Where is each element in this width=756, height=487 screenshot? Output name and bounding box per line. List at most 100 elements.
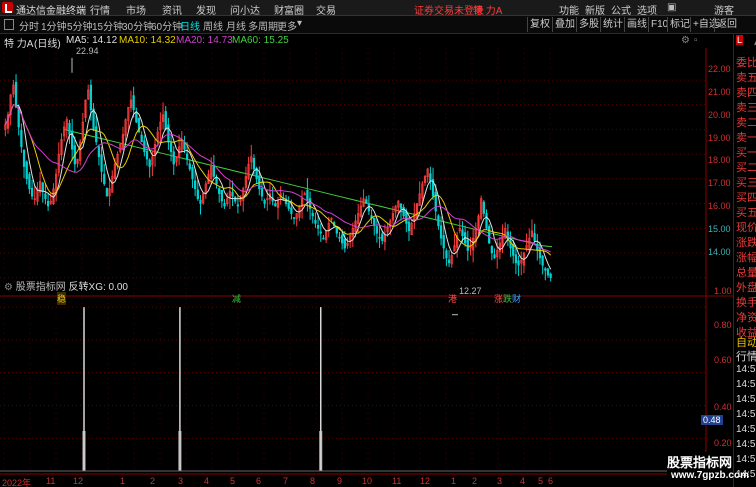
time-tick: 5 bbox=[538, 476, 544, 486]
sub-tick: 0.40 bbox=[714, 402, 732, 412]
candle-body bbox=[447, 259, 451, 264]
tick-time: 14:5 bbox=[736, 454, 756, 465]
tab-30min[interactable]: 30分钟 bbox=[122, 18, 153, 33]
time-tick: 2 bbox=[150, 476, 156, 486]
candle-body bbox=[199, 199, 202, 204]
user-icon[interactable]: ▣ bbox=[667, 2, 676, 13]
tick-time: 14:5 bbox=[736, 409, 756, 420]
candle-body bbox=[28, 174, 31, 190]
menu-news[interactable]: 资讯 bbox=[162, 2, 182, 17]
tab-more[interactable]: 更多 bbox=[277, 18, 297, 33]
quote-field: 涨幅 bbox=[736, 252, 756, 264]
kline-chart[interactable] bbox=[0, 34, 733, 487]
indicator-chart bbox=[0, 307, 706, 472]
app-title: 通达信金融终端 bbox=[16, 6, 86, 17]
candle-body bbox=[97, 146, 101, 157]
menu-wealth[interactable]: 财富圈 bbox=[274, 2, 304, 17]
candle-body bbox=[544, 268, 547, 271]
tab-1min[interactable]: 1分钟 bbox=[41, 18, 67, 33]
tab-weekly[interactable]: 周线 bbox=[203, 18, 223, 33]
candle-body bbox=[188, 163, 191, 170]
tab-multi-period[interactable]: 多周期 bbox=[248, 18, 278, 33]
event-marker[interactable]: 港 bbox=[448, 292, 457, 305]
menu-new-version[interactable]: 新版 bbox=[585, 2, 605, 17]
event-marker[interactable]: 稳 bbox=[57, 292, 67, 305]
user-label[interactable]: 游客 bbox=[714, 2, 734, 17]
candle-body bbox=[191, 167, 194, 180]
menu-options[interactable]: 选项 bbox=[637, 2, 657, 17]
time-tick: 11 bbox=[46, 476, 56, 486]
menu-trade[interactable]: 交易 bbox=[316, 2, 336, 17]
indicator-settings-icon[interactable]: ⚙ bbox=[4, 282, 13, 293]
time-tick: 3 bbox=[497, 476, 503, 486]
candle-body bbox=[41, 182, 44, 192]
quote-field: 总量 bbox=[736, 267, 756, 279]
sub-tick: 1.00 bbox=[714, 286, 732, 296]
tab-intraday[interactable]: 分时 bbox=[19, 18, 39, 33]
menu-function[interactable]: 功能 bbox=[559, 2, 579, 17]
tool-back[interactable]: 返回 bbox=[714, 17, 739, 32]
candle-body bbox=[263, 199, 266, 204]
tool-mark[interactable]: 标记 bbox=[667, 17, 692, 32]
tab-60min[interactable]: 60分钟 bbox=[151, 18, 182, 33]
candle-body bbox=[185, 153, 189, 160]
time-tick: 11 bbox=[392, 476, 402, 486]
menu-ask[interactable]: 问小达 bbox=[230, 2, 260, 17]
maximize-icon[interactable]: ▫ bbox=[694, 35, 698, 46]
candle-body bbox=[341, 234, 344, 244]
candle-body bbox=[482, 201, 485, 214]
sub-tick: 0.80 bbox=[714, 320, 732, 330]
candle-body bbox=[223, 202, 226, 207]
candle-body bbox=[335, 227, 338, 234]
candle-body bbox=[44, 193, 47, 199]
tab-monthly[interactable]: 月线 bbox=[226, 18, 246, 33]
candle-body bbox=[493, 254, 496, 259]
event-marker[interactable]: 财 bbox=[512, 292, 521, 305]
chart-grid bbox=[0, 48, 733, 475]
menu-formula[interactable]: 公式 bbox=[611, 2, 631, 17]
time-tick: 1 bbox=[120, 476, 126, 486]
time-tick: 7 bbox=[283, 476, 289, 486]
candle-body bbox=[193, 180, 197, 190]
tab-15min[interactable]: 15分钟 bbox=[92, 18, 123, 33]
panel-toggle-icon[interactable] bbox=[4, 19, 14, 30]
quote-field: 现价 bbox=[736, 222, 756, 234]
tool-draw[interactable]: 画线 bbox=[624, 17, 649, 32]
tool-adjust[interactable]: 复权 bbox=[527, 17, 552, 32]
event-marker[interactable]: 涨 bbox=[494, 292, 503, 305]
time-tick: 12 bbox=[73, 476, 84, 486]
candle-body bbox=[30, 187, 34, 197]
menu-market[interactable]: 市场 bbox=[126, 2, 146, 17]
candle-body bbox=[25, 161, 28, 180]
tool-overlay[interactable]: 叠加 bbox=[552, 17, 577, 32]
price-tick: 14.00 bbox=[708, 247, 731, 257]
panel-header[interactable]: L bbox=[736, 35, 744, 45]
tick-time: 14:5 bbox=[736, 364, 756, 375]
candle-body bbox=[274, 203, 277, 207]
settings-icon[interactable]: ⚙ bbox=[681, 35, 690, 46]
tool-multi-stock[interactable]: 多股 bbox=[576, 17, 601, 32]
ma20-value: MA20: 14.73 bbox=[176, 35, 233, 46]
candle-body bbox=[292, 217, 296, 219]
candle-body bbox=[536, 244, 539, 251]
high-price-label: 22.94 bbox=[76, 46, 99, 56]
tab-daily[interactable]: 日线 bbox=[180, 18, 200, 33]
candle-body bbox=[319, 231, 322, 234]
candle-body bbox=[399, 203, 403, 209]
candle-body bbox=[135, 111, 138, 123]
price-tick: 20.00 bbox=[708, 110, 731, 120]
menu-discover[interactable]: 发现 bbox=[196, 2, 216, 17]
candle-body bbox=[260, 188, 264, 197]
more-chevron-icon[interactable]: ▾ bbox=[297, 18, 302, 29]
candle-body bbox=[172, 151, 175, 165]
event-marker[interactable]: 跌 bbox=[503, 292, 512, 305]
title-bar: 通达信金融终端 行情 市场 资讯 发现 问小达 财富圈 交易 证券交易未登录 特… bbox=[0, 0, 756, 17]
tab-5min[interactable]: 5分钟 bbox=[67, 18, 93, 33]
candle-body bbox=[514, 254, 518, 264]
candle-body bbox=[68, 122, 71, 135]
time-tick: 3 bbox=[178, 476, 184, 486]
event-marker[interactable]: 减 bbox=[232, 292, 241, 305]
quote-field: 净资 bbox=[736, 312, 756, 324]
menu-quotes[interactable]: 行情 bbox=[90, 2, 110, 17]
tool-stats[interactable]: 统计 bbox=[600, 17, 625, 32]
